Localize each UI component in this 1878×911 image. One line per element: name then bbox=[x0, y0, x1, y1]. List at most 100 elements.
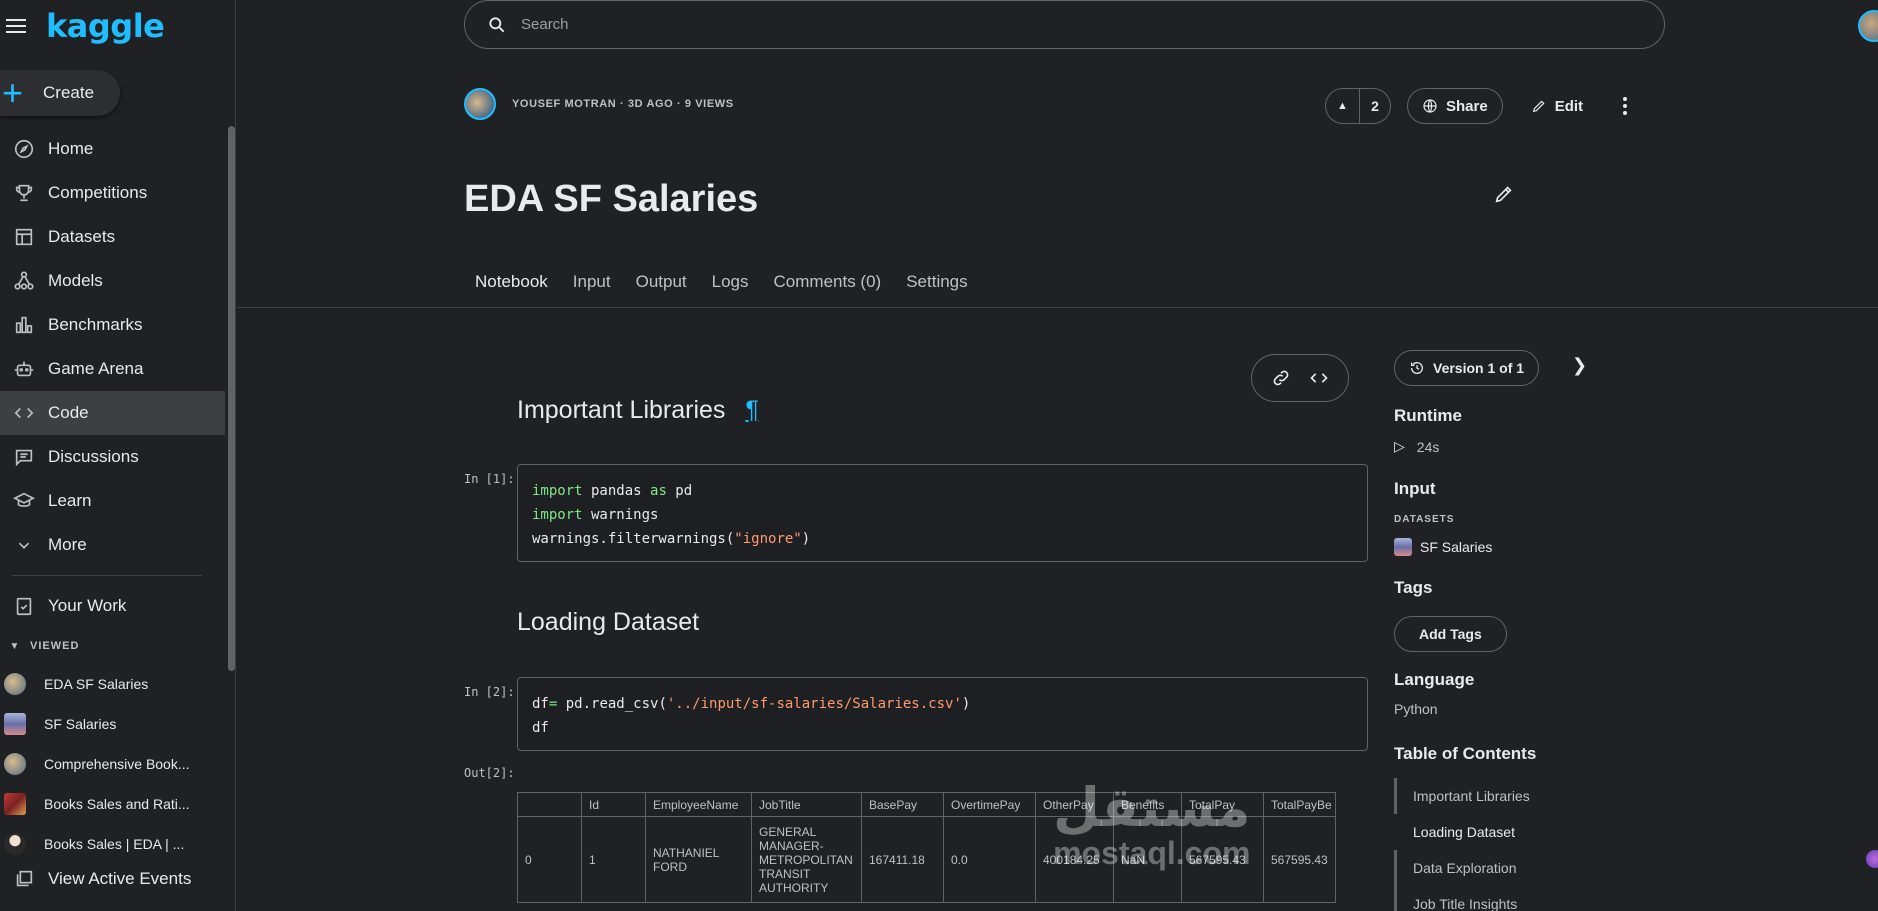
code-icon[interactable] bbox=[1309, 368, 1329, 388]
viewed-item[interactable]: SF Salaries bbox=[0, 704, 225, 744]
column-header: TotalPayBe bbox=[1263, 792, 1336, 817]
toc-item[interactable]: Data Exploration bbox=[1394, 850, 1530, 886]
tab-input[interactable]: Input bbox=[573, 272, 611, 292]
edit-label: Edit bbox=[1554, 97, 1584, 115]
search-bar[interactable] bbox=[464, 0, 1665, 49]
tab-comments[interactable]: Comments (0) bbox=[774, 272, 882, 292]
datasets-subheading: DATASETS bbox=[1394, 514, 1455, 525]
link-icon[interactable] bbox=[1271, 368, 1291, 388]
viewed-item-label: Books Sales and Rati... bbox=[44, 796, 190, 812]
search-icon bbox=[489, 16, 505, 32]
sidebar-item-home[interactable]: Home bbox=[0, 127, 225, 171]
toc-item[interactable]: Job Title Insights bbox=[1394, 886, 1530, 911]
version-button[interactable]: Version 1 of 1 bbox=[1394, 350, 1540, 386]
sidebar-item-active-events[interactable]: View Active Events bbox=[0, 864, 225, 894]
tab-output[interactable]: Output bbox=[636, 272, 687, 292]
table-cell: NATHANIEL FORD bbox=[645, 816, 752, 903]
viewed-item[interactable]: Books Sales | EDA | ... bbox=[0, 824, 225, 864]
code-line: df= pd.read_csv('../input/sf-salaries/Sa… bbox=[532, 696, 971, 712]
column-header: BasePay bbox=[861, 792, 944, 817]
section-heading: Important Libraries ¶ bbox=[517, 396, 759, 425]
dataset-thumbnail bbox=[4, 713, 26, 735]
tags-heading: Tags bbox=[1394, 578, 1433, 597]
menu-icon[interactable] bbox=[6, 19, 26, 33]
edit-button[interactable]: Edit bbox=[1531, 98, 1583, 115]
sidebar-item-datasets[interactable]: Datasets bbox=[0, 215, 225, 259]
sidebar-item-your-work[interactable]: Your Work bbox=[0, 584, 225, 628]
dataset-link[interactable]: SF Salaries bbox=[1394, 538, 1492, 556]
sidebar-item-label: View Active Events bbox=[48, 869, 192, 888]
dataset-thumbnail bbox=[1394, 538, 1412, 556]
user-avatar[interactable] bbox=[1858, 10, 1878, 42]
anchor-link[interactable]: ¶ bbox=[745, 396, 758, 424]
sidebar-item-label: Your Work bbox=[48, 596, 127, 615]
sidebar-scrollbar[interactable] bbox=[228, 126, 235, 671]
sidebar-item-code[interactable]: Code bbox=[0, 391, 225, 435]
chevron-right-icon[interactable]: ❯ bbox=[1572, 355, 1587, 376]
tabs-divider bbox=[237, 307, 1878, 308]
chevron-down-icon bbox=[0, 534, 48, 556]
sidebar-item-models[interactable]: Models bbox=[0, 259, 225, 303]
cell-prompt: In [2]: bbox=[464, 685, 515, 699]
history-icon bbox=[1411, 362, 1423, 374]
create-button[interactable]: + Create bbox=[0, 70, 120, 116]
create-label: Create bbox=[43, 83, 95, 102]
vote-count[interactable]: 2 bbox=[1360, 98, 1390, 114]
viewed-header[interactable]: ▼ VIEWED bbox=[0, 628, 225, 664]
watermark-latin: mostaql.com bbox=[1053, 834, 1251, 871]
sidebar-item-label: More bbox=[48, 535, 87, 554]
robot-icon bbox=[0, 358, 48, 380]
notebook-avatar bbox=[4, 753, 26, 775]
output-prompt: Out[2]: bbox=[464, 766, 515, 780]
share-button[interactable]: Share bbox=[1407, 88, 1503, 124]
input-heading: Input bbox=[1394, 479, 1436, 498]
viewed-item[interactable]: EDA SF Salaries bbox=[0, 664, 225, 704]
caret-down-icon: ▼ bbox=[9, 640, 21, 652]
sidebar-item-label: Learn bbox=[48, 491, 92, 510]
table-icon bbox=[0, 226, 48, 248]
plus-icon: + bbox=[2, 72, 24, 113]
author-meta-text[interactable]: YOUSEF MOTRAN · 3D AGO · 9 VIEWS bbox=[512, 98, 734, 110]
play-icon: ▷ bbox=[1394, 438, 1405, 454]
sidebar-item-more[interactable]: More bbox=[0, 523, 225, 567]
author-avatar[interactable] bbox=[464, 88, 496, 120]
tab-notebook[interactable]: Notebook bbox=[475, 272, 548, 292]
sidebar-item-benchmarks[interactable]: Benchmarks bbox=[0, 303, 225, 347]
viewed-item[interactable]: Books Sales and Rati... bbox=[0, 784, 225, 824]
toc-item[interactable]: Important Libraries bbox=[1394, 778, 1530, 814]
table-cell: 567595.43 bbox=[1263, 816, 1336, 903]
sidebar-topbar: kaggle bbox=[0, 0, 235, 52]
assistant-bubble-icon[interactable] bbox=[1866, 850, 1878, 868]
upvote-button[interactable]: ▲ 2 bbox=[1325, 88, 1391, 124]
viewed-item-label: SF Salaries bbox=[44, 716, 117, 732]
sidebar-item-label: Home bbox=[48, 139, 94, 158]
tab-settings[interactable]: Settings bbox=[906, 272, 967, 292]
code-line: import warnings bbox=[532, 507, 659, 523]
column-header bbox=[517, 792, 582, 817]
sidebar-item-learn[interactable]: Learn bbox=[0, 479, 225, 523]
section-heading: Loading Dataset bbox=[517, 608, 700, 636]
code-cell[interactable]: import pandas as pd import warnings warn… bbox=[517, 464, 1368, 562]
viewed-header-label: VIEWED bbox=[30, 640, 80, 652]
add-tags-button[interactable]: Add Tags bbox=[1394, 616, 1507, 652]
sidebar-item-discussions[interactable]: Discussions bbox=[0, 435, 225, 479]
toc-item[interactable]: Loading Dataset bbox=[1394, 814, 1530, 850]
bar-chart-icon bbox=[0, 314, 48, 336]
more-vert-icon[interactable] bbox=[1623, 97, 1628, 115]
table-of-contents: Important Libraries Loading Dataset Data… bbox=[1394, 778, 1530, 911]
code-line: warnings.filterwarnings("ignore") bbox=[532, 531, 811, 547]
edit-title-button[interactable] bbox=[1493, 183, 1515, 210]
viewed-item[interactable]: Comprehensive Book... bbox=[0, 744, 225, 784]
sidebar-item-competitions[interactable]: Competitions bbox=[0, 171, 225, 215]
dataset-thumbnail bbox=[4, 793, 26, 815]
caret-up-icon[interactable]: ▲ bbox=[1326, 89, 1360, 123]
code-cell[interactable]: df= pd.read_csv('../input/sf-salaries/Sa… bbox=[517, 677, 1368, 751]
watermark: مستقل mostaql.com bbox=[1053, 779, 1251, 871]
models-icon bbox=[0, 270, 48, 292]
page-title: EDA SF Salaries bbox=[464, 178, 759, 220]
tab-logs[interactable]: Logs bbox=[712, 272, 749, 292]
sidebar-item-label: Code bbox=[48, 403, 89, 422]
search-input[interactable] bbox=[521, 16, 1421, 33]
kaggle-logo[interactable]: kaggle bbox=[46, 7, 165, 45]
sidebar-item-game-arena[interactable]: Game Arena bbox=[0, 347, 225, 391]
